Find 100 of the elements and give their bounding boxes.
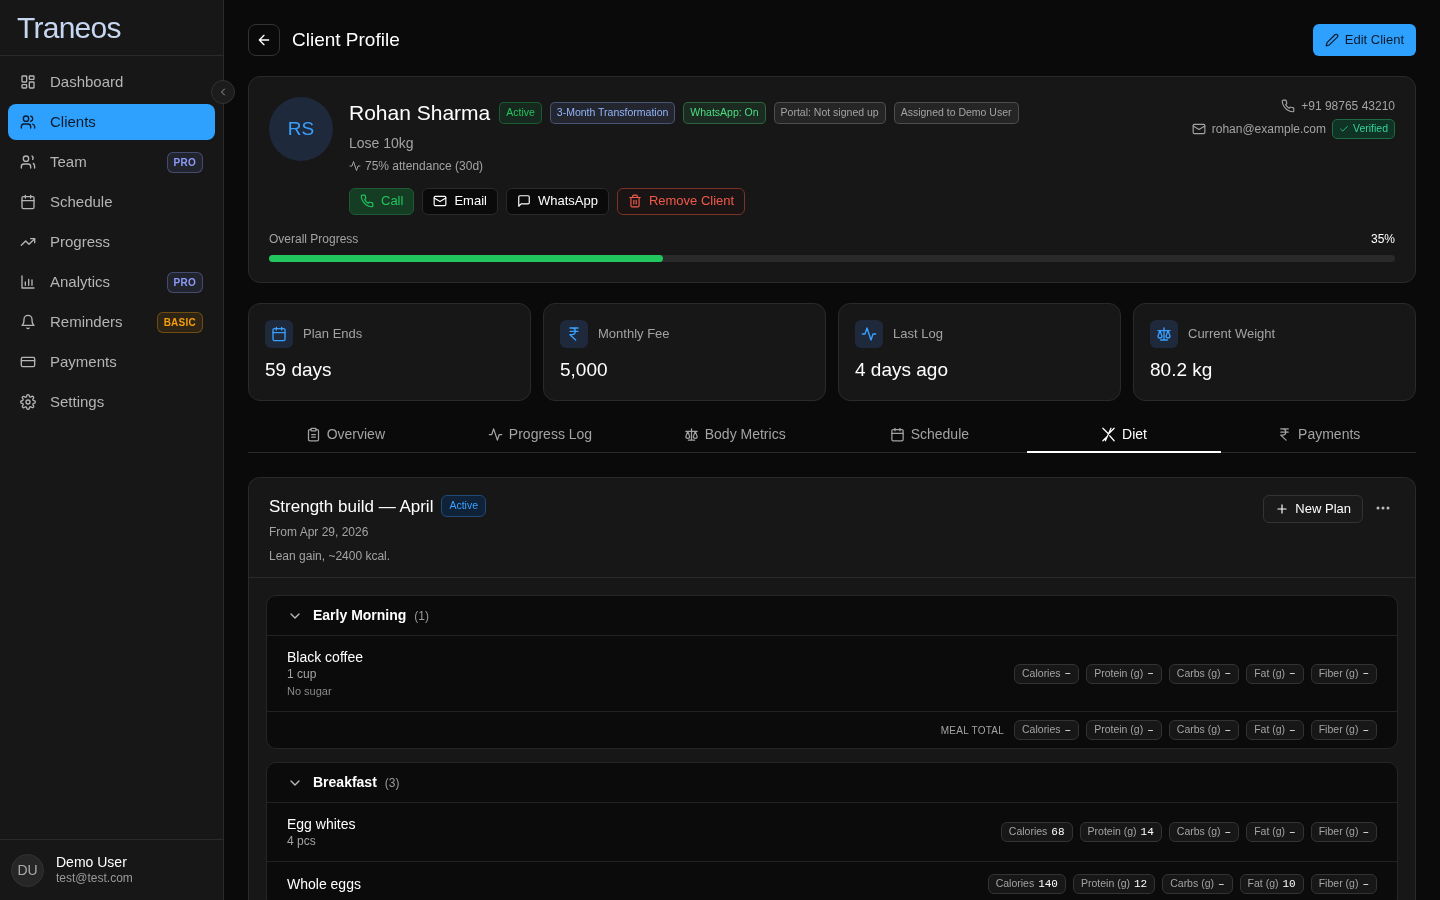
- macro-chip: Calories 68: [1000, 822, 1073, 842]
- grid-icon: [20, 74, 36, 90]
- status-badge: Portal: Not signed up: [773, 101, 886, 124]
- status-badge: Assigned to Demo User: [893, 101, 1019, 124]
- macro-chip: Fat (g) –: [1246, 822, 1304, 842]
- macro-chip: Fiber (g) –: [1310, 663, 1377, 684]
- macro-chip: Protein (g) –: [1086, 720, 1162, 740]
- user-name: Demo User: [56, 853, 128, 872]
- plan-note: Lean gain, ~2400 kcal.: [269, 548, 392, 565]
- clipboard-icon: [305, 427, 321, 442]
- status-badge: Active: [441, 495, 486, 518]
- macro-chip: Carbs (g) –: [1168, 663, 1240, 684]
- trash-icon: [627, 194, 642, 208]
- plan-badge: BASIC: [156, 311, 203, 333]
- plan-badge: PRO: [166, 151, 203, 173]
- stat-label: Current Weight: [1188, 324, 1276, 343]
- verified-badge: Verified: [1331, 119, 1395, 139]
- user-avatar: DU: [11, 853, 44, 887]
- macro-chip: Fiber (g) –: [1310, 720, 1377, 740]
- status-badge: 3-Month Transformation: [549, 101, 676, 124]
- check-icon: [1338, 123, 1349, 134]
- sidebar-item[interactable]: Schedule: [8, 184, 215, 220]
- pulse-icon: [487, 427, 503, 442]
- stat-value: 59 days: [265, 357, 333, 382]
- food-note: No sugar: [287, 684, 333, 699]
- client-goal: Lose 10kg: [349, 133, 415, 153]
- macro-chip: Protein (g) 14: [1079, 822, 1162, 842]
- progress-label: Overall Progress: [269, 230, 359, 248]
- pulse-icon: [349, 159, 361, 172]
- stat-label: Last Log: [893, 324, 943, 343]
- stat-value: 4 days ago: [855, 357, 949, 382]
- macro-chip: Protein (g) –: [1086, 663, 1162, 684]
- progress-value: 35%: [1370, 230, 1395, 248]
- collapse-button[interactable]: [211, 80, 235, 104]
- whatsapp-button[interactable]: WhatsApp: [505, 187, 609, 215]
- sidebar-item[interactable]: Analytics PRO: [8, 264, 215, 300]
- stat-value: 5,000: [560, 357, 609, 382]
- calendar-icon: [20, 194, 36, 210]
- chat-icon: [516, 194, 531, 208]
- macro-chip: Carbs (g) –: [1168, 720, 1240, 740]
- scale-icon: [1156, 325, 1172, 342]
- tab[interactable]: Overview: [248, 418, 443, 453]
- macro-chip: Fat (g) 10: [1239, 874, 1304, 894]
- tab[interactable]: Diet: [1026, 418, 1222, 453]
- scale-icon: [683, 427, 699, 442]
- rupee-icon: [566, 325, 582, 342]
- page-title: Client Profile: [292, 27, 400, 52]
- card-icon: [20, 354, 36, 370]
- macro-chip: Carbs (g) –: [1162, 874, 1233, 894]
- new-plan-button[interactable]: New Plan: [1263, 494, 1363, 523]
- macro-chip: Calories –: [1014, 720, 1080, 740]
- mail-icon: [433, 194, 448, 208]
- stat-label: Plan Ends: [303, 324, 363, 343]
- bar-chart-icon: [20, 274, 36, 290]
- sidebar-item[interactable]: Dashboard: [8, 64, 215, 100]
- edit-client-button[interactable]: Edit Client: [1312, 24, 1416, 56]
- user-email: test@test.com: [56, 871, 133, 887]
- stat-value: 80.2 kg: [1150, 357, 1214, 382]
- sidebar-item[interactable]: Payments: [8, 344, 215, 380]
- macro-chip: Fiber (g) –: [1310, 822, 1377, 842]
- sidebar-item[interactable]: Settings: [8, 384, 215, 420]
- phone-icon: [360, 194, 374, 208]
- tab[interactable]: Body Metrics: [637, 418, 832, 453]
- sidebar-item[interactable]: Clients: [8, 104, 215, 140]
- phone-number: +91 98765 43210: [1301, 98, 1395, 115]
- food-name: Whole eggs: [287, 875, 361, 893]
- sidebar-item[interactable]: Reminders BASIC: [8, 304, 215, 340]
- tab[interactable]: Schedule: [832, 418, 1027, 453]
- food-name: Black coffee: [287, 648, 363, 666]
- sidebar-item[interactable]: Progress: [8, 224, 215, 260]
- macro-chip: Fat (g) –: [1246, 720, 1304, 740]
- back-arrow-icon: [256, 32, 272, 48]
- calendar-icon: [889, 427, 905, 442]
- remove-client-button[interactable]: Remove Client: [616, 187, 746, 215]
- macro-chip: Calories 140: [987, 874, 1066, 894]
- attendance-text: 75% attendance (30d): [365, 157, 484, 175]
- meal-total-label: MEAL TOTAL: [940, 723, 1005, 738]
- food-quantity: 4 pcs: [287, 833, 317, 849]
- email-button[interactable]: Email: [422, 187, 498, 215]
- brand-logo: Traneos: [17, 12, 121, 43]
- call-button[interactable]: Call: [349, 187, 415, 215]
- plan-date: From Apr 29, 2026: [269, 524, 370, 541]
- pencil-icon: [1324, 33, 1339, 47]
- client-name: Rohan Sharma: [349, 100, 491, 126]
- meal-header[interactable]: Breakfast (3): [267, 763, 1397, 803]
- food-quantity: 1 cup: [287, 666, 318, 682]
- status-badge: WhatsApp: On: [683, 101, 766, 124]
- sidebar-item[interactable]: Team PRO: [8, 144, 215, 180]
- plan-title: Strength build — April: [269, 495, 434, 518]
- back-button[interactable]: [248, 24, 280, 56]
- macro-chip: Carbs (g) –: [1168, 822, 1240, 842]
- plan-badge: PRO: [166, 271, 203, 293]
- tab[interactable]: Payments: [1221, 418, 1417, 453]
- more-icon: [1376, 505, 1390, 510]
- meal-header[interactable]: Early Morning (1): [267, 596, 1397, 636]
- macro-chip: Protein (g) 12: [1072, 874, 1156, 894]
- macro-chip: Fiber (g) –: [1310, 874, 1377, 894]
- food-name: Egg whites: [287, 815, 356, 833]
- tab[interactable]: Progress Log: [442, 418, 638, 453]
- calendar-icon: [271, 325, 287, 342]
